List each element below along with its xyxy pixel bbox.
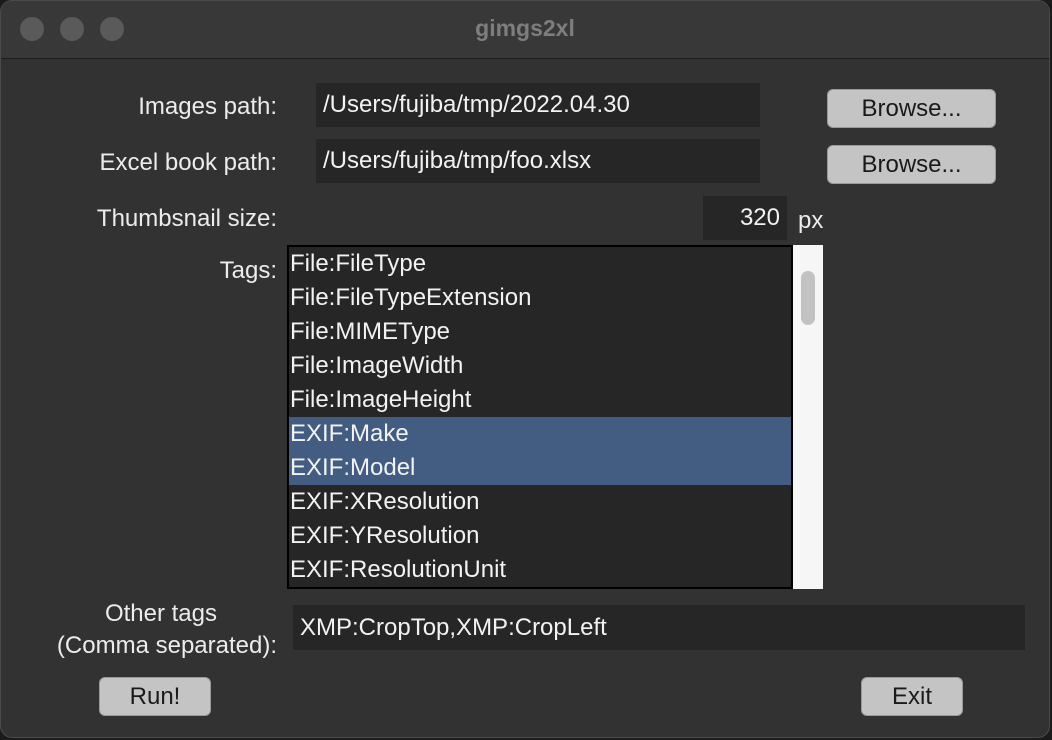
tag-list-item[interactable]: EXIF:ResolutionUnit — [289, 553, 791, 587]
tags-label: Tags: — [219, 257, 277, 284]
tags-listbox[interactable]: File:FileType File:FileTypeExtension File:… — [287, 245, 793, 589]
excel-path-label: Excel book path: — [99, 149, 277, 176]
thumbnail-size-label: Thumbsnail size: — [96, 205, 277, 232]
tag-list-item[interactable]: EXIF:XResolution — [289, 485, 791, 519]
tag-list-item[interactable]: File:ImageHeight — [289, 383, 791, 417]
tag-list-item[interactable]: EXIF:YResolution — [289, 519, 791, 553]
tag-list-item[interactable]: File:MIMEType — [289, 315, 791, 349]
tags-scroll-thumb[interactable] — [801, 271, 815, 325]
exit-button[interactable]: Exit — [861, 677, 963, 716]
tag-list-item[interactable]: File:ImageWidth — [289, 349, 791, 383]
thumbnail-unit-label: px — [798, 207, 824, 234]
images-path-label: Images path: — [138, 93, 277, 120]
other-tags-input[interactable]: XMP:CropTop,XMP:CropLeft — [293, 605, 1025, 650]
other-tags-hint-label: (Comma separated): — [56, 632, 277, 659]
title-bar[interactable]: gimgs2xl — [1, 1, 1049, 59]
tag-list-item[interactable]: File:FileTypeExtension — [289, 281, 791, 315]
tag-list-item[interactable]: EXIF:Model — [289, 451, 791, 485]
tag-list-item[interactable]: EXIF:Make — [289, 417, 791, 451]
tags-scrollbar[interactable] — [793, 245, 823, 589]
excel-browse-button[interactable]: Browse... — [827, 145, 996, 184]
window-title: gimgs2xl — [475, 15, 575, 41]
thumbnail-size-input[interactable]: 320 — [703, 196, 787, 240]
tag-list-item[interactable]: File:FileType — [289, 247, 791, 281]
other-tags-label: Other tags — [104, 600, 217, 627]
excel-path-input[interactable]: /Users/fujiba/tmp/foo.xlsx — [316, 139, 760, 183]
images-path-input[interactable]: /Users/fujiba/tmp/2022.04.30 — [316, 83, 760, 127]
app-window: gimgs2xl Images path: /Users/fujiba/tmp/… — [0, 0, 1050, 738]
images-browse-button[interactable]: Browse... — [827, 89, 996, 128]
run-button[interactable]: Run! — [99, 677, 211, 716]
